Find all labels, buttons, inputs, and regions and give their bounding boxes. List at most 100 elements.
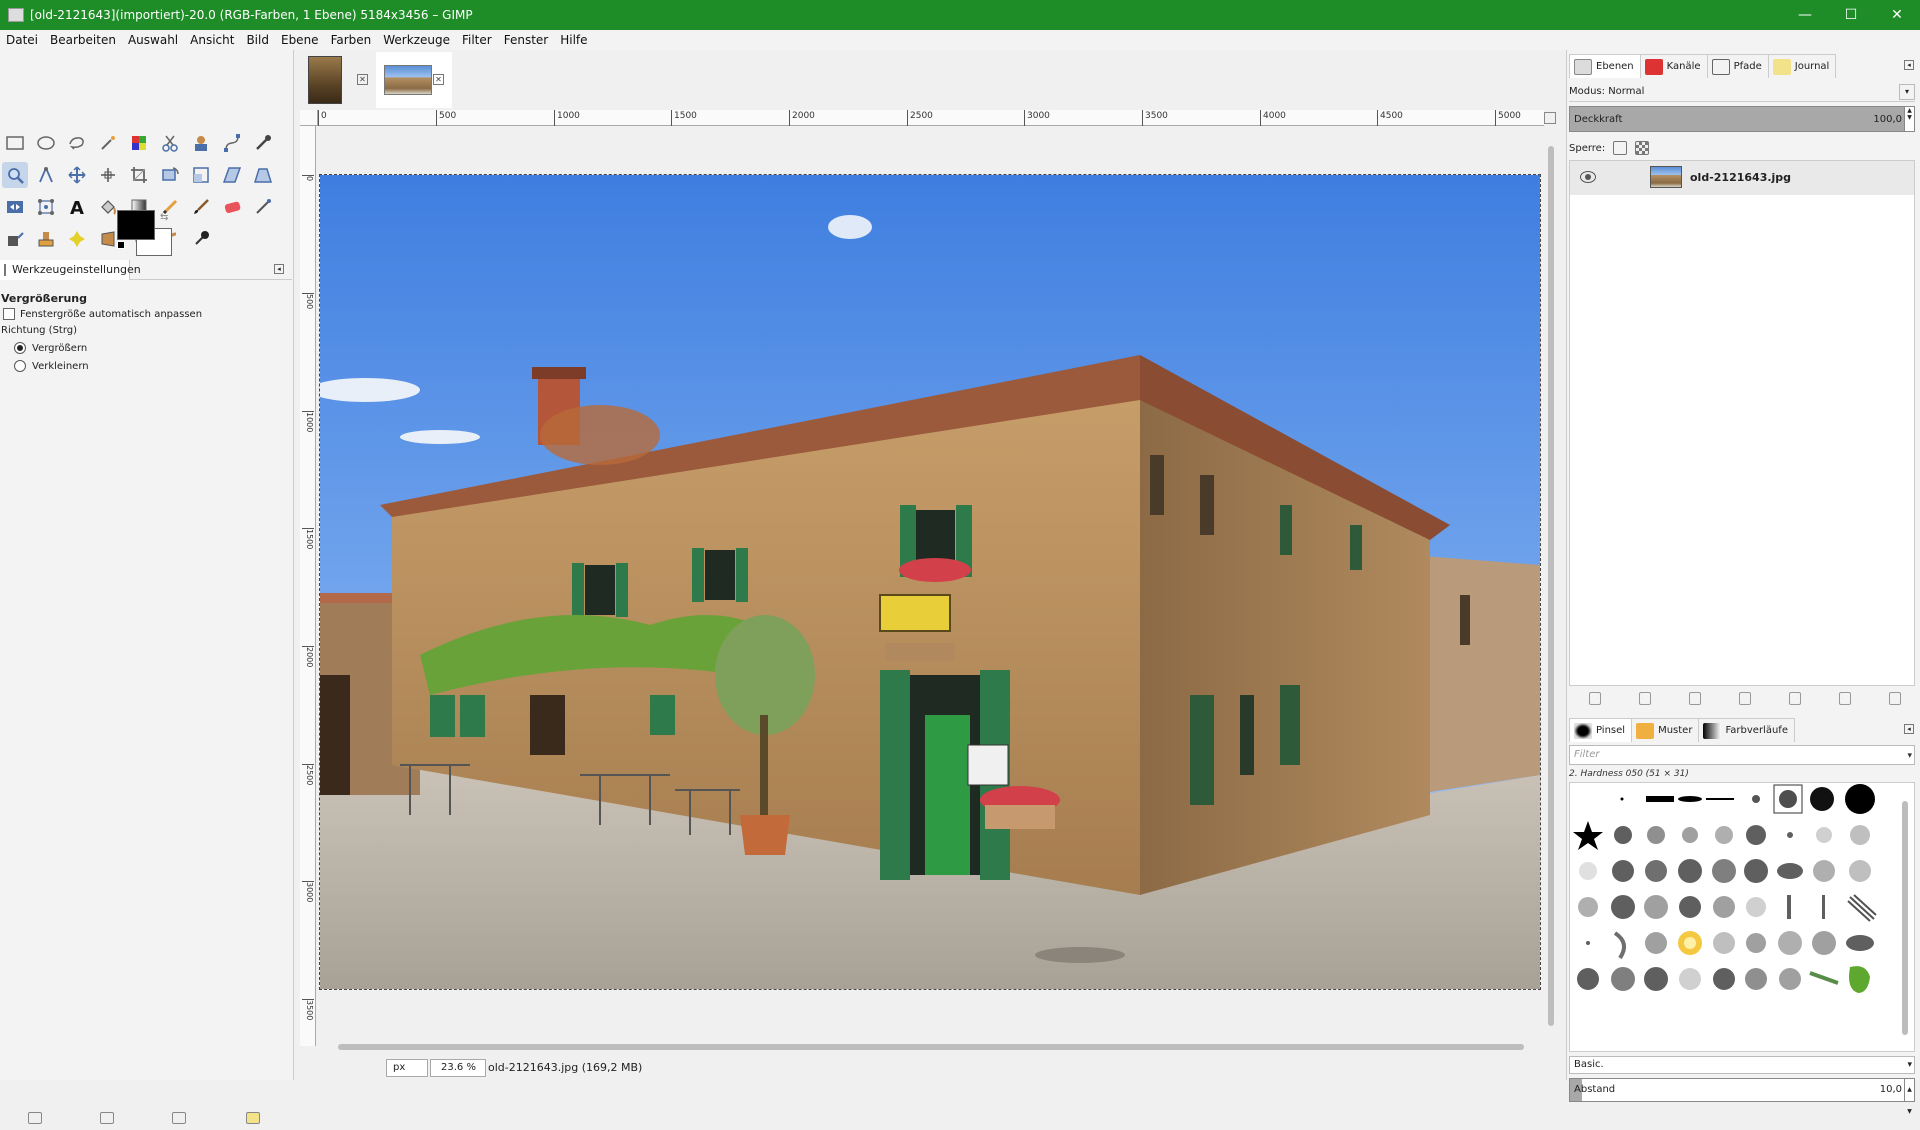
crop-tool-icon[interactable] — [126, 162, 152, 188]
reset-colors-icon[interactable] — [117, 241, 125, 249]
ink-tool-icon[interactable] — [2, 226, 28, 252]
tab-gradients[interactable]: Farbverläufe — [1698, 718, 1795, 742]
rect-select-tool-icon[interactable] — [2, 130, 28, 156]
chevron-down-icon[interactable]: ▾ — [1899, 84, 1915, 100]
unified-transform-tool-icon[interactable] — [157, 162, 183, 188]
layer-mode-selector[interactable]: Modus: Normal ▾ — [1569, 82, 1915, 102]
tab-channels[interactable]: Kanäle — [1639, 54, 1708, 78]
menu-filter[interactable]: Filter — [456, 33, 498, 47]
color-picker-tool-icon[interactable] — [250, 130, 276, 156]
radio-zoom-in-button[interactable] — [14, 342, 26, 354]
foreground-select-tool-icon[interactable] — [188, 130, 214, 156]
vertical-ruler[interactable]: 0 500 1000 1500 2000 2500 3000 3500 — [300, 126, 316, 1046]
image-tab-house[interactable]: ✕ — [376, 52, 452, 108]
vertical-scroll-thumb[interactable] — [1548, 146, 1554, 1026]
menu-hilfe[interactable]: Hilfe — [554, 33, 593, 47]
auto-resize-checkbox[interactable] — [3, 308, 15, 320]
airbrush-tool-icon[interactable] — [250, 194, 276, 220]
paths-tool-icon[interactable] — [219, 130, 245, 156]
move-tool-icon[interactable] — [64, 162, 90, 188]
horizontal-scroll-thumb[interactable] — [338, 1044, 1524, 1050]
brush-preset-selector[interactable]: Basic. ▾ — [1569, 1056, 1915, 1074]
chevron-down-icon[interactable]: ▾ — [1907, 747, 1912, 765]
perspective-tool-icon[interactable] — [250, 162, 276, 188]
maximize-button[interactable]: ☐ — [1828, 0, 1874, 30]
dock-menu-icon[interactable]: ◂ — [1904, 60, 1914, 70]
new-layer-icon[interactable] — [1589, 692, 1601, 705]
tab-brushes[interactable]: Pinsel — [1569, 718, 1633, 742]
brush-filter-input[interactable]: Filter ▾ — [1569, 745, 1915, 765]
delete-layer-icon[interactable] — [1889, 692, 1901, 705]
dodge-burn-tool-icon[interactable] — [188, 226, 214, 252]
swap-colors-icon[interactable]: ⇆ — [160, 212, 168, 223]
text-tool-icon[interactable]: A — [64, 194, 90, 220]
duplicate-layer-icon[interactable] — [1789, 692, 1801, 705]
spacing-spinner[interactable]: ▲ ▼ — [1904, 1079, 1914, 1115]
measure-tool-icon[interactable] — [33, 162, 59, 188]
spacing-slider[interactable]: Abstand 10,0 ▲ ▼ — [1569, 1078, 1915, 1115]
visibility-eye-icon[interactable] — [1580, 171, 1596, 183]
heal-tool-icon[interactable] — [64, 226, 90, 252]
fuzzy-select-tool-icon[interactable] — [95, 130, 121, 156]
menu-farben[interactable]: Farben — [325, 33, 378, 47]
paintbrush-tool-icon[interactable] — [188, 194, 214, 220]
tab-journal[interactable]: Journal — [1767, 54, 1837, 78]
image-tab-portrait[interactable]: ✕ — [300, 52, 376, 108]
horizontal-scrollbar[interactable] — [318, 1040, 1544, 1054]
menu-ansicht[interactable]: Ansicht — [184, 33, 240, 47]
flip-tool-icon[interactable] — [2, 194, 28, 220]
restore-options-icon[interactable] — [100, 1112, 114, 1124]
lock-pixels-icon[interactable] — [1613, 141, 1628, 155]
unit-selector[interactable]: px — [386, 1059, 428, 1077]
tab-paths[interactable]: Pfade — [1706, 54, 1769, 78]
shear-tool-icon[interactable] — [219, 162, 245, 188]
cage-transform-tool-icon[interactable] — [33, 194, 59, 220]
radio-zoom-in[interactable]: Vergrößern — [14, 342, 87, 354]
dock-menu-icon[interactable]: ◂ — [1904, 724, 1914, 734]
eraser-tool-icon[interactable] — [219, 194, 245, 220]
menu-ebene[interactable]: Ebene — [275, 33, 325, 47]
opacity-spinner[interactable]: ▲ ▼ — [1904, 107, 1914, 131]
dock-menu-icon[interactable]: ◂ — [274, 264, 284, 274]
tab-layers[interactable]: Ebenen — [1569, 54, 1641, 78]
new-layer-group-icon[interactable] — [1639, 692, 1651, 705]
ellipse-select-tool-icon[interactable] — [33, 130, 59, 156]
align-tool-icon[interactable] — [95, 162, 121, 188]
anchor-layer-icon[interactable] — [1839, 692, 1851, 705]
close-button[interactable]: ✕ — [1874, 0, 1920, 30]
close-tab-icon[interactable]: ✕ — [433, 74, 444, 85]
menu-fenster[interactable]: Fenster — [498, 33, 555, 47]
brush-scrollbar[interactable] — [1900, 787, 1910, 1049]
lasso-tool-icon[interactable] — [64, 130, 90, 156]
tab-patterns[interactable]: Muster — [1631, 718, 1700, 742]
close-tab-icon[interactable]: ✕ — [357, 74, 368, 85]
lock-alpha-icon[interactable] — [1635, 141, 1650, 155]
horizontal-ruler[interactable]: 0 500 1000 1500 2000 2500 3000 3500 4000… — [318, 110, 1544, 126]
tab-tool-options[interactable]: Werkzeugeinstellungen — [0, 259, 141, 280]
menu-bild[interactable]: Bild — [240, 33, 275, 47]
image-canvas[interactable] — [319, 174, 1541, 990]
menu-auswahl[interactable]: Auswahl — [122, 33, 184, 47]
radio-zoom-out-button[interactable] — [14, 360, 26, 372]
save-options-icon[interactable] — [28, 1112, 42, 1124]
chevron-down-icon[interactable]: ▾ — [1907, 1057, 1912, 1073]
select-by-color-tool-icon[interactable] — [126, 130, 152, 156]
layer-row[interactable]: old-2121643.jpg — [1570, 161, 1914, 195]
zoom-level-field[interactable]: 23.6 % — [430, 1059, 486, 1077]
delete-options-icon[interactable] — [172, 1112, 186, 1124]
brush-scroll-thumb[interactable] — [1902, 801, 1908, 1035]
zoom-to-fit-toggle-icon[interactable] — [1544, 112, 1556, 124]
brush-swatches[interactable] — [1570, 783, 1900, 1053]
auto-resize-option[interactable]: Fenstergröße automatisch anpassen — [3, 308, 202, 320]
clone-tool-icon[interactable] — [33, 226, 59, 252]
foreground-color-swatch-top[interactable] — [117, 210, 155, 240]
scale-tool-icon[interactable] — [188, 162, 214, 188]
lower-layer-icon[interactable] — [1739, 692, 1751, 705]
minimize-button[interactable]: — — [1782, 0, 1828, 30]
menu-datei[interactable]: Datei — [0, 33, 44, 47]
vertical-scrollbar[interactable] — [1544, 126, 1558, 1046]
menu-werkzeuge[interactable]: Werkzeuge — [377, 33, 456, 47]
reset-options-icon[interactable] — [246, 1112, 260, 1124]
radio-zoom-out[interactable]: Verkleinern — [14, 360, 89, 372]
zoom-tool-icon[interactable] — [2, 162, 28, 188]
